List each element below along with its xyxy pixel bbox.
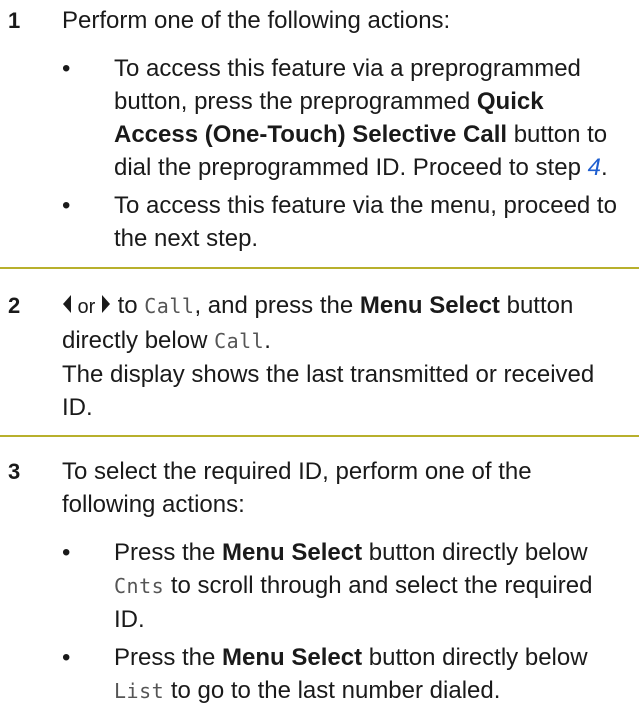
bullet-icon: • [62,539,71,566]
list-item-text: button directly below [362,539,588,566]
list-item: • Press the Menu Select button directly … [62,536,629,636]
connector-text: to [110,292,145,319]
step-intro: To select the required ID, perform one o… [62,458,532,518]
right-arrow-icon [101,290,111,323]
step-1: 1 Perform one of the following actions: … [0,0,639,255]
bullet-icon: • [62,192,71,219]
step-number: 2 [8,293,21,318]
step-3: 3 To select the required ID, perform one… [0,437,639,708]
bullet-icon: • [62,55,71,82]
list-item-text: button directly below [362,644,588,671]
display-label-list: List [114,679,165,703]
step-link[interactable]: 4 [588,154,601,181]
left-arrow-icon [62,290,72,323]
display-result-text: The display shows the last transmitted o… [62,361,595,421]
bullet-list: • To access this feature via a preprogra… [62,52,629,255]
list-item-text: . [600,154,608,181]
list-item-text: Press the [114,644,223,671]
step-intro: Perform one of the following actions: [62,7,451,34]
step-instruction: or to Call, and press the Menu Select bu… [62,289,629,358]
bullet-icon: • [62,644,71,671]
list-item: • To access this feature via a preprogra… [62,52,629,184]
button-name-bold: Menu Select [222,539,363,566]
list-item-text: To access this feature via the menu, pro… [114,192,617,252]
display-label-cnts: Cnts [114,574,165,598]
step-number: 1 [8,8,21,33]
list-item-text: to scroll through and select the require… [114,572,593,633]
display-label-call: Call [214,329,265,353]
list-item-text: Press the [114,539,223,566]
connector-text: or [72,296,101,318]
instruction-text: , and press the [194,292,360,319]
button-name-bold: Menu Select [359,292,500,319]
list-item: • Press the Menu Select button directly … [62,641,629,708]
instruction-text: . [264,327,271,354]
display-label-call: Call [144,294,195,318]
list-item-text: to go to the last number dialed. [164,677,501,704]
step-2: 2 or to Call, and press the Menu Select … [0,269,639,424]
step-number: 3 [8,459,21,484]
bullet-list: • Press the Menu Select button directly … [62,536,629,708]
list-item: • To access this feature via the menu, p… [62,189,629,255]
button-name-bold: Menu Select [222,644,363,671]
